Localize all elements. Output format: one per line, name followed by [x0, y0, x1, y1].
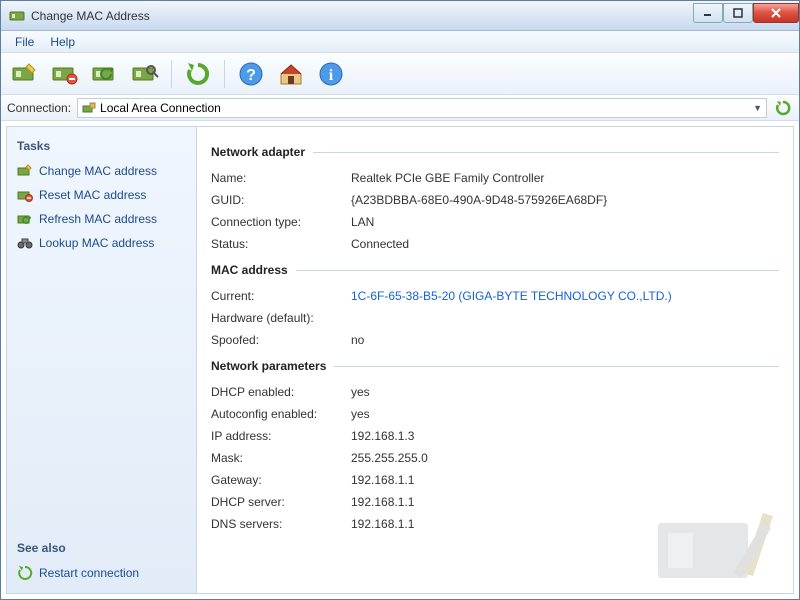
label-mask: Mask:: [211, 451, 351, 465]
seealso-header: See also: [17, 541, 186, 555]
value-type: LAN: [351, 215, 374, 229]
close-button[interactable]: [753, 3, 799, 23]
binoculars-icon: [17, 235, 33, 251]
connection-refresh-button[interactable]: [773, 98, 793, 118]
sidebar-item-label: Restart connection: [39, 566, 139, 580]
value-status: Connected: [351, 237, 409, 251]
section-title: MAC address: [211, 263, 288, 277]
tb-refresh-mac-button[interactable]: [87, 57, 123, 91]
tb-help-button[interactable]: ?: [233, 57, 269, 91]
main-body: Tasks Change MAC address Reset MAC addre…: [6, 126, 794, 594]
sidebar-item-label: Lookup MAC address: [39, 236, 154, 250]
card-minus-icon: [17, 187, 33, 203]
label-current-mac: Current:: [211, 289, 351, 303]
value-current-mac[interactable]: 1C-6F-65-38-B5-20 (GIGA-BYTE TECHNOLOGY …: [351, 289, 672, 303]
connection-value: Local Area Connection: [100, 101, 753, 115]
content-panel: Network adapter Name:Realtek PCIe GBE Fa…: [197, 127, 793, 593]
section-header-mac: MAC address: [211, 263, 779, 277]
label-dhcp: DHCP enabled:: [211, 385, 351, 399]
value-dhcp: yes: [351, 385, 370, 399]
label-gateway: Gateway:: [211, 473, 351, 487]
tb-about-button[interactable]: i: [313, 57, 349, 91]
card-refresh-icon: [17, 211, 33, 227]
toolbar-separator: [224, 60, 225, 88]
toolbar: ? i: [1, 53, 799, 95]
label-autoconfig: Autoconfig enabled:: [211, 407, 351, 421]
sidebar-item-change-mac[interactable]: Change MAC address: [15, 159, 188, 183]
label-type: Connection type:: [211, 215, 351, 229]
value-name: Realtek PCIe GBE Family Controller: [351, 171, 544, 185]
section-title: Network parameters: [211, 359, 326, 373]
connection-label: Connection:: [7, 101, 71, 115]
tb-home-button[interactable]: [273, 57, 309, 91]
chevron-down-icon: ▼: [753, 103, 762, 113]
value-mask: 255.255.255.0: [351, 451, 428, 465]
tb-refresh-button[interactable]: [180, 57, 216, 91]
window-title: Change MAC Address: [31, 9, 693, 23]
menu-file[interactable]: File: [7, 33, 42, 51]
section-header-net: Network parameters: [211, 359, 779, 373]
value-guid: {A23BDBBA-68E0-490A-9D48-575926EA68DF}: [351, 193, 607, 207]
svg-text:?: ?: [246, 67, 256, 84]
section-header-adapter: Network adapter: [211, 145, 779, 159]
titlebar: Change MAC Address: [1, 1, 799, 31]
tb-change-mac-button[interactable]: [7, 57, 43, 91]
menu-help[interactable]: Help: [42, 33, 83, 51]
connection-bar: Connection: Local Area Connection ▼: [1, 95, 799, 121]
card-pencil-icon: [17, 163, 33, 179]
label-guid: GUID:: [211, 193, 351, 207]
sidebar-item-reset-mac[interactable]: Reset MAC address: [15, 183, 188, 207]
window-controls: [693, 3, 799, 23]
tb-lookup-mac-button[interactable]: [127, 57, 163, 91]
svg-text:i: i: [329, 67, 334, 84]
sidebar: Tasks Change MAC address Reset MAC addre…: [7, 127, 197, 593]
tasks-header: Tasks: [17, 139, 186, 153]
tb-reset-mac-button[interactable]: [47, 57, 83, 91]
label-hw-mac: Hardware (default):: [211, 311, 351, 325]
sidebar-item-lookup-mac[interactable]: Lookup MAC address: [15, 231, 188, 255]
value-ip: 192.168.1.3: [351, 429, 414, 443]
label-dhcp-server: DHCP server:: [211, 495, 351, 509]
app-icon: [9, 8, 25, 24]
app-window: Change MAC Address File Help ?: [0, 0, 800, 600]
sidebar-item-refresh-mac[interactable]: Refresh MAC address: [15, 207, 188, 231]
minimize-button[interactable]: [693, 3, 723, 23]
value-dns: 192.168.1.1: [351, 517, 414, 531]
menubar: File Help: [1, 31, 799, 53]
sidebar-item-label: Refresh MAC address: [39, 212, 157, 226]
sidebar-item-restart-connection[interactable]: Restart connection: [15, 561, 188, 585]
label-spoofed: Spoofed:: [211, 333, 351, 347]
value-gateway: 192.168.1.1: [351, 473, 414, 487]
refresh-icon: [17, 565, 33, 581]
value-dhcp-server: 192.168.1.1: [351, 495, 414, 509]
section-title: Network adapter: [211, 145, 305, 159]
network-icon: [82, 101, 96, 115]
sidebar-item-label: Change MAC address: [39, 164, 157, 178]
label-ip: IP address:: [211, 429, 351, 443]
sidebar-item-label: Reset MAC address: [39, 188, 146, 202]
connection-dropdown[interactable]: Local Area Connection ▼: [77, 98, 767, 118]
toolbar-separator: [171, 60, 172, 88]
value-spoofed: no: [351, 333, 364, 347]
label-name: Name:: [211, 171, 351, 185]
label-dns: DNS servers:: [211, 517, 351, 531]
maximize-button[interactable]: [723, 3, 753, 23]
label-status: Status:: [211, 237, 351, 251]
value-autoconfig: yes: [351, 407, 370, 421]
